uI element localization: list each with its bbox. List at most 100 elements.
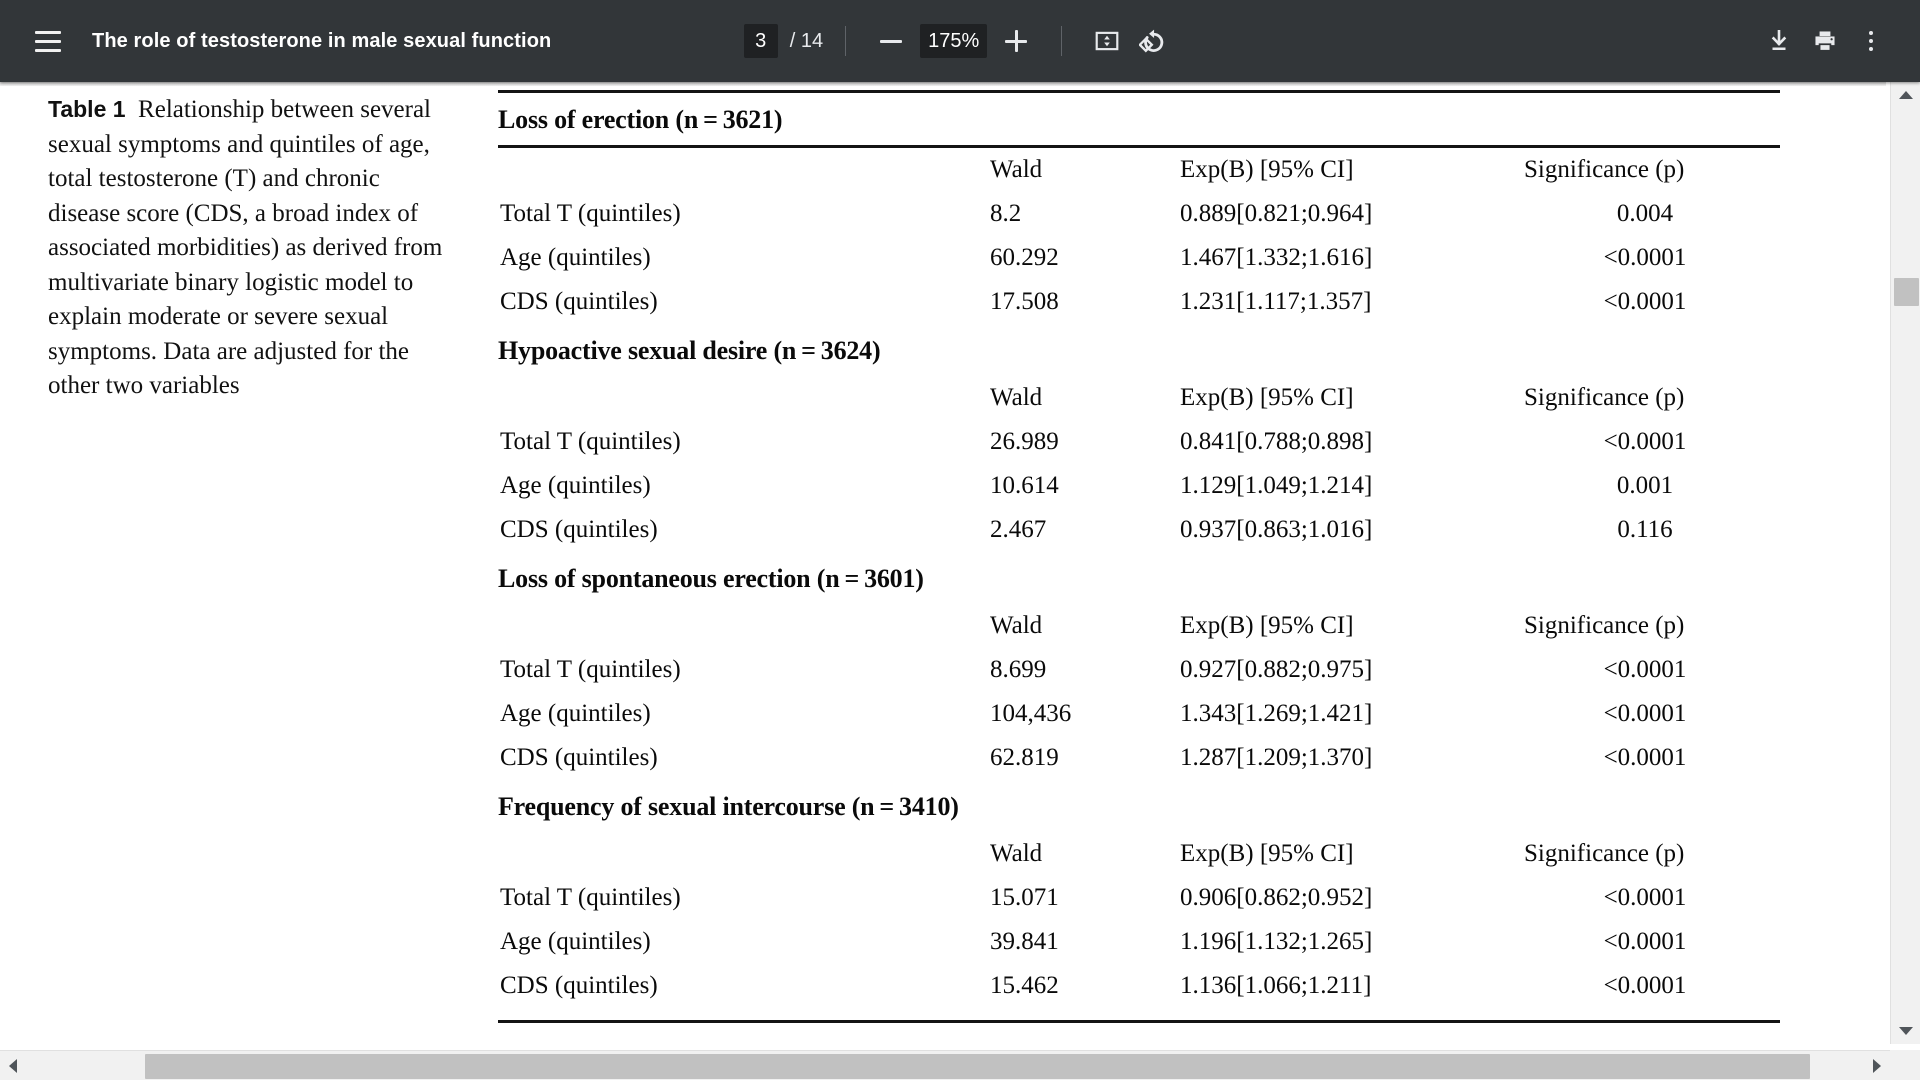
col-head-exp-3: Exp(B) [95% CI] xyxy=(1180,832,1510,876)
row-sig: <0.0001 xyxy=(1510,876,1780,920)
chevron-up-icon xyxy=(1899,91,1913,99)
chevron-down-icon xyxy=(1899,1027,1913,1035)
row-wald: 15.462 xyxy=(990,964,1180,1008)
zoom-level-input[interactable]: 175% xyxy=(920,24,987,58)
row-wald: 8.699 xyxy=(990,648,1180,692)
row-sig: <0.0001 xyxy=(1510,736,1780,780)
table-row: Total T (quintiles) 26.989 0.841[0.788;0… xyxy=(498,420,1780,464)
table-1-body: Loss of erection (n = 3621) Wald Exp(B) … xyxy=(498,90,1780,1023)
col-head-blank-3 xyxy=(498,832,990,876)
vertical-scrollbar[interactable] xyxy=(1890,82,1920,1044)
row-label: CDS (quintiles) xyxy=(498,736,990,780)
row-sig: 0.004 xyxy=(1510,192,1780,236)
table-row: Age (quintiles) 10.614 1.129[1.049;1.214… xyxy=(498,464,1780,508)
document-title: The role of testosterone in male sexual … xyxy=(92,30,551,53)
col-head-wald-2: Wald xyxy=(990,604,1180,648)
row-wald: 17.508 xyxy=(990,280,1180,324)
page-number-input[interactable]: 3 xyxy=(744,24,778,58)
table-row: Total T (quintiles) 8.699 0.927[0.882;0.… xyxy=(498,648,1780,692)
col-head-wald-1: Wald xyxy=(990,376,1180,420)
section-title-0: Loss of erection (n = 3621) xyxy=(498,93,1780,145)
dot-3 xyxy=(1869,47,1873,51)
horizontal-scrollbar-thumb[interactable] xyxy=(145,1054,1810,1079)
row-wald: 104,436 xyxy=(990,692,1180,736)
pdf-document-viewport[interactable]: Table 1 Relationship between several sex… xyxy=(0,82,1920,1080)
download-button[interactable] xyxy=(1756,18,1802,64)
chevron-left-icon xyxy=(9,1059,17,1073)
row-label: Age (quintiles) xyxy=(498,236,990,280)
more-vertical-icon xyxy=(1869,31,1873,51)
row-wald: 15.071 xyxy=(990,876,1180,920)
row-exp: 1.129[1.049;1.214] xyxy=(1180,464,1510,508)
horizontal-scrollbar[interactable] xyxy=(0,1050,1890,1080)
minus-icon xyxy=(880,40,902,43)
hamburger-menu-icon[interactable] xyxy=(26,19,70,63)
row-sig: 0.001 xyxy=(1510,464,1780,508)
row-exp: 1.343[1.269;1.421] xyxy=(1180,692,1510,736)
table-caption-text: Relationship between several sexual symp… xyxy=(48,96,442,399)
toolbar-divider-1 xyxy=(845,26,846,56)
row-exp: 0.841[0.788;0.898] xyxy=(1180,420,1510,464)
rotate-button[interactable] xyxy=(1130,18,1176,64)
scroll-right-button[interactable] xyxy=(1864,1051,1890,1081)
scroll-left-button[interactable] xyxy=(0,1051,26,1081)
download-icon xyxy=(1766,28,1792,54)
row-sig: <0.0001 xyxy=(1510,280,1780,324)
stats-table-2: Wald Exp(B) [95% CI] Significance (p) To… xyxy=(498,604,1780,780)
column-header-row-3: Wald Exp(B) [95% CI] Significance (p) xyxy=(498,832,1780,876)
col-head-exp-2: Exp(B) [95% CI] xyxy=(1180,604,1510,648)
col-head-sig-2: Significance (p) xyxy=(1510,604,1780,648)
scroll-up-button[interactable] xyxy=(1891,82,1920,108)
table-row: CDS (quintiles) 17.508 1.231[1.117;1.357… xyxy=(498,280,1780,324)
table-caption: Table 1 Relationship between several sex… xyxy=(48,92,448,404)
row-exp: 1.467[1.332;1.616] xyxy=(1180,236,1510,280)
hamburger-bar-2 xyxy=(35,40,61,43)
row-wald: 26.989 xyxy=(990,420,1180,464)
vertical-scrollbar-thumb[interactable] xyxy=(1894,278,1919,306)
print-button[interactable] xyxy=(1802,18,1848,64)
page-top-edge xyxy=(0,82,1886,86)
zoom-in-button[interactable] xyxy=(993,18,1039,64)
row-wald: 2.467 xyxy=(990,508,1180,552)
row-sig: <0.0001 xyxy=(1510,920,1780,964)
row-exp: 0.906[0.862;0.952] xyxy=(1180,876,1510,920)
row-sig: <0.0001 xyxy=(1510,692,1780,736)
col-head-sig-1: Significance (p) xyxy=(1510,376,1780,420)
row-label: CDS (quintiles) xyxy=(498,964,990,1008)
table-caption-label: Table 1 xyxy=(48,96,126,122)
zoom-out-button[interactable] xyxy=(868,18,914,64)
table-row: Age (quintiles) 39.841 1.196[1.132;1.265… xyxy=(498,920,1780,964)
row-exp: 1.136[1.066;1.211] xyxy=(1180,964,1510,1008)
fit-to-page-icon xyxy=(1094,28,1120,54)
col-head-sig-0: Significance (p) xyxy=(1510,148,1780,192)
dot-2 xyxy=(1869,39,1873,43)
plus-icon xyxy=(1005,30,1027,52)
column-header-row-1: Wald Exp(B) [95% CI] Significance (p) xyxy=(498,376,1780,420)
row-sig: <0.0001 xyxy=(1510,648,1780,692)
dot-1 xyxy=(1869,31,1873,35)
toolbar-right-group xyxy=(1756,0,1894,82)
row-label: Age (quintiles) xyxy=(498,920,990,964)
col-head-blank-0 xyxy=(498,148,990,192)
more-options-button[interactable] xyxy=(1848,18,1894,64)
row-sig: <0.0001 xyxy=(1510,964,1780,1008)
toolbar-divider-2 xyxy=(1061,26,1062,56)
scroll-down-button[interactable] xyxy=(1891,1018,1920,1044)
column-header-row-0: Wald Exp(B) [95% CI] Significance (p) xyxy=(498,148,1780,192)
table-row: CDS (quintiles) 15.462 1.136[1.066;1.211… xyxy=(498,964,1780,1008)
row-sig: <0.0001 xyxy=(1510,236,1780,280)
fit-to-page-button[interactable] xyxy=(1084,18,1130,64)
row-exp: 0.889[0.821;0.964] xyxy=(1180,192,1510,236)
row-wald: 62.819 xyxy=(990,736,1180,780)
table-row: CDS (quintiles) 62.819 1.287[1.209;1.370… xyxy=(498,736,1780,780)
col-head-sig-3: Significance (p) xyxy=(1510,832,1780,876)
row-label: Age (quintiles) xyxy=(498,464,990,508)
section-title-2: Loss of spontaneous erection (n = 3601) xyxy=(498,552,1780,604)
stats-table-1: Wald Exp(B) [95% CI] Significance (p) To… xyxy=(498,376,1780,552)
row-wald: 60.292 xyxy=(990,236,1180,280)
table-row: CDS (quintiles) 2.467 0.937[0.863;1.016]… xyxy=(498,508,1780,552)
col-head-exp-0: Exp(B) [95% CI] xyxy=(1180,148,1510,192)
row-sig: 0.116 xyxy=(1510,508,1780,552)
page-count-label: / 14 xyxy=(790,30,823,53)
table-row: Total T (quintiles) 8.2 0.889[0.821;0.96… xyxy=(498,192,1780,236)
